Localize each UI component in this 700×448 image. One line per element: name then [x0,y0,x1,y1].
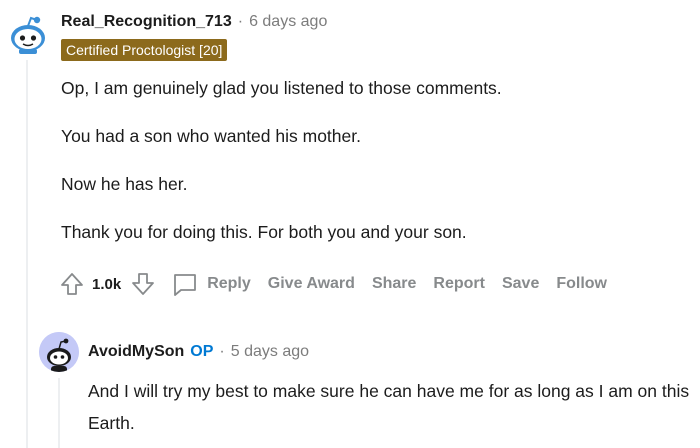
downvote-icon[interactable] [129,270,157,298]
comment-body: Op, I am genuinely glad you listened to … [61,75,681,267]
snoo-avatar-icon [11,16,45,54]
op-badge: OP [190,343,214,360]
follow-button[interactable]: Follow [556,275,607,293]
comment-timestamp[interactable]: 6 days ago [249,13,327,31]
share-label: Share [371,275,417,292]
snoo-avatar-icon [39,332,79,372]
user-flair: Certified Proctologist [20] [61,39,228,61]
user-avatar[interactable] [9,14,47,54]
reply-button[interactable]: Reply [171,270,251,298]
reply-header: AvoidMySon OP · 5 days ago [88,341,309,363]
give-award-button[interactable]: Give Award [268,275,355,293]
comment-paragraph: Op, I am genuinely glad you listened to … [61,78,502,98]
comment-paragraph: Thank you for doing this. For both you a… [61,222,467,242]
share-button[interactable]: Share [372,275,416,293]
report-label: Report [433,275,485,292]
save-label: Save [501,275,540,292]
reply-avatar[interactable] [39,332,79,372]
upvote-icon[interactable] [58,270,86,298]
comment-action-bar: 1.0k Reply Give Award Share Report Save … [58,268,607,300]
comment-paragraph: Now he has her. [61,174,188,194]
reply-label: Reply [207,275,251,292]
reply-username[interactable]: AvoidMySon [88,343,184,361]
reply-timestamp[interactable]: 5 days ago [231,343,309,361]
follow-label: Follow [556,275,607,292]
reply-body: And I will try my best to make sure he c… [88,381,690,433]
reply-thread-line[interactable] [58,378,60,448]
save-button[interactable]: Save [502,275,539,293]
comment-header: Real_Recognition_713 · 6 days ago [61,11,327,33]
give-award-label: Give Award [267,275,355,292]
thread-line[interactable] [26,60,28,448]
meta-separator: · [237,13,244,30]
report-button[interactable]: Report [433,275,485,293]
comment-paragraph: You had a son who wanted his mother. [61,126,361,146]
comment-username[interactable]: Real_Recognition_713 [61,13,232,31]
vote-count: 1.0k [92,275,122,293]
comment-reply-icon [174,274,197,296]
meta-separator: · [219,343,225,360]
